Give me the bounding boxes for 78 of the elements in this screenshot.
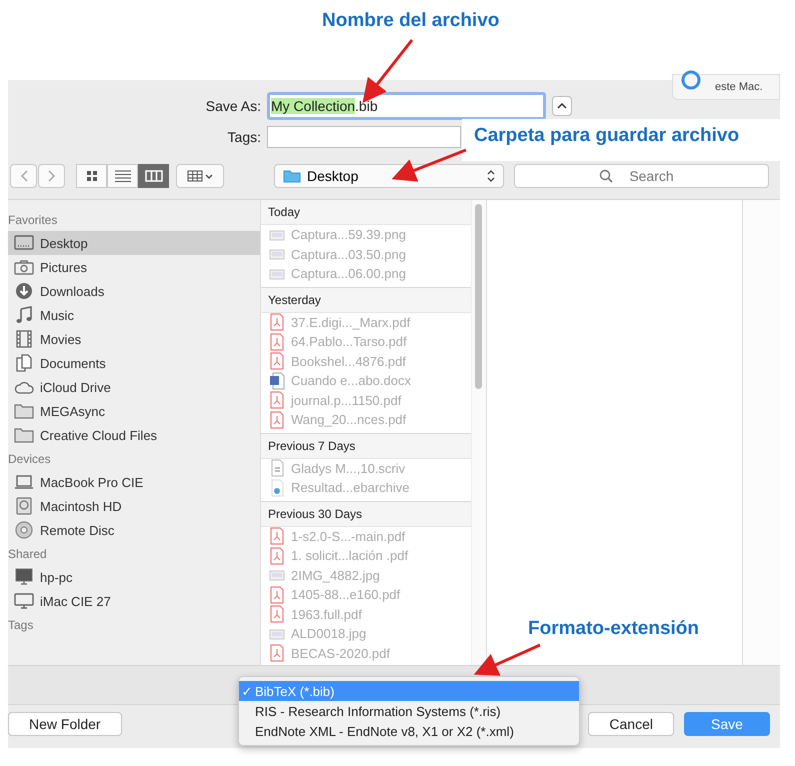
computer-icon: [14, 568, 34, 586]
pdf-file-icon: [269, 527, 285, 546]
music-note-icon: [14, 306, 34, 324]
monitor-icon: [14, 234, 34, 252]
download-icon: [14, 282, 34, 300]
annotation-label: Formato-extensión: [528, 618, 700, 640]
format-option[interactable]: EndNote XML - EndNote v8, X1 or X2 (*.xml): [239, 721, 579, 741]
group-header: Today: [261, 200, 471, 225]
sidebar-section-title: Devices: [8, 451, 52, 468]
sidebar-item[interactable]: hp-pc: [8, 565, 260, 589]
new-folder-button[interactable]: New Folder: [8, 712, 122, 736]
pdf-file-icon: [269, 605, 285, 624]
chevron-right-icon: [48, 170, 56, 182]
group-header: Previous 7 Days: [261, 434, 471, 458]
column-view-button[interactable]: [138, 164, 169, 188]
columns-icon: [144, 170, 162, 182]
group-header: Yesterday: [261, 288, 471, 312]
up-down-arrows-icon: [487, 169, 495, 183]
word-file-icon: [269, 372, 285, 390]
sidebar-item[interactable]: Downloads: [8, 279, 260, 303]
document-file-icon: [269, 459, 285, 478]
pdf-file-icon: [269, 546, 285, 565]
pdf-file-icon: [269, 410, 285, 429]
scrollbar[interactable]: [471, 200, 486, 665]
sidebar-item[interactable]: iCloud Drive: [8, 375, 260, 399]
tags-field[interactable]: [267, 126, 461, 148]
sidebar-item[interactable]: Movies: [8, 327, 260, 351]
circle-icon: [681, 70, 701, 90]
disc-icon: [14, 521, 34, 539]
sidebar-item[interactable]: Music: [8, 303, 260, 327]
search-field[interactable]: Search: [514, 164, 769, 188]
annotation-label: Carpeta para guardar archivo: [462, 119, 780, 161]
pdf-file-icon: [269, 586, 285, 604]
documents-icon: [14, 354, 34, 372]
hard-drive-icon: [14, 497, 34, 515]
pdf-file-icon: [269, 391, 285, 410]
location-popup[interactable]: Desktop: [274, 164, 504, 188]
pdf-file-icon: [269, 644, 285, 662]
pdf-file-icon: [269, 332, 285, 351]
camera-icon: [14, 258, 34, 276]
list-icon: [114, 170, 130, 182]
folder-icon: [14, 426, 34, 444]
format-option[interactable]: RIS - Research Information Systems (*.ris): [239, 701, 579, 721]
icon-view-button[interactable]: [76, 164, 107, 188]
film-icon: [14, 330, 34, 348]
tags-label: Tags:: [226, 129, 262, 145]
cancel-button[interactable]: Cancel: [588, 712, 674, 736]
sidebar-section-title: Tags: [8, 617, 34, 634]
sidebar-item[interactable]: Remote Disc: [8, 518, 260, 542]
laptop-icon: [14, 473, 34, 491]
pointer-arrow: [474, 644, 541, 676]
expand-button[interactable]: [552, 96, 572, 116]
save-as-label: Save As:: [204, 98, 262, 114]
file-name-field[interactable]: My Collection.bib: [267, 92, 546, 120]
sidebar-item[interactable]: MEGAsync: [8, 399, 260, 423]
sidebar-item[interactable]: Macintosh HD: [8, 494, 260, 518]
chevron-up-icon: [557, 103, 567, 109]
folder-icon: [14, 402, 34, 420]
group-header: Previous 30 Days: [261, 502, 471, 526]
list-view-button[interactable]: [107, 164, 138, 188]
sidebar-item[interactable]: Documents: [8, 351, 260, 375]
grid-caret-icon: [187, 170, 213, 182]
sidebar-section-title: Favorites: [8, 212, 58, 229]
chevron-left-icon: [20, 170, 28, 182]
sidebar-item[interactable]: Pictures: [8, 255, 260, 279]
grid-icon: [86, 170, 98, 182]
sidebar-item[interactable]: iMac CIE 27: [8, 589, 260, 613]
pdf-file-icon: [269, 313, 285, 332]
pdf-file-icon: [269, 352, 285, 370]
arrange-button[interactable]: [176, 164, 224, 188]
monitor-icon: [14, 592, 34, 610]
sidebar-item[interactable]: Creative Cloud Files: [8, 423, 260, 447]
sidebar-item[interactable]: MacBook Pro CIE: [8, 470, 260, 494]
sidebar-item[interactable]: Desktop: [8, 231, 260, 255]
sidebar-section-title: Shared: [8, 546, 48, 563]
notification-text: este Mac.: [715, 81, 763, 93]
folder-icon: [283, 169, 301, 183]
archive-file-icon: [269, 478, 285, 497]
